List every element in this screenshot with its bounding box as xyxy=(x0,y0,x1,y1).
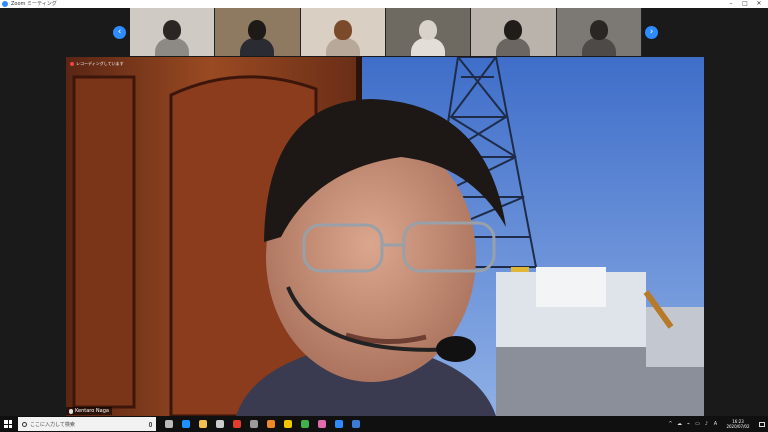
app-yellow-glyph xyxy=(283,420,292,428)
battery-icon[interactable]: ▭ xyxy=(693,416,702,432)
speaker-name: Kentaro Naga xyxy=(75,408,109,414)
search-placeholder: ここに入力して検索 xyxy=(30,421,75,428)
minimize-button[interactable]: – xyxy=(724,0,738,8)
app-pink-glyph xyxy=(317,420,326,428)
participant-body xyxy=(496,38,531,56)
app-blue-icon[interactable] xyxy=(347,416,364,432)
door-panel-left xyxy=(72,75,136,409)
window-controls: – □ ✕ xyxy=(724,0,766,8)
store-glyph xyxy=(215,420,224,428)
voice-search-icon[interactable] xyxy=(149,421,152,427)
app-red-glyph xyxy=(232,420,241,428)
taskbar-clock[interactable]: 16:23 2020/07/02 xyxy=(720,419,756,429)
participant-body xyxy=(411,38,446,56)
app-orange-icon[interactable] xyxy=(262,416,279,432)
app-red-icon[interactable] xyxy=(228,416,245,432)
headset-mic xyxy=(436,336,476,362)
taskbar-search-box[interactable]: ここに入力して検索 xyxy=(18,417,156,431)
task-view-glyph xyxy=(164,420,173,428)
zoom-app-icon xyxy=(2,1,8,7)
notification-icon xyxy=(759,421,765,427)
speaker-video-frame xyxy=(66,57,704,416)
app-gray-glyph xyxy=(249,420,258,428)
participant-head xyxy=(333,20,352,40)
edge-glyph xyxy=(181,420,190,428)
participant-thumbnail[interactable] xyxy=(215,8,301,56)
recording-dot-icon xyxy=(70,62,74,66)
zoom-glyph xyxy=(334,420,343,428)
store-icon[interactable] xyxy=(211,416,228,432)
participant-thumbnail[interactable] xyxy=(385,8,472,56)
app-blue-glyph xyxy=(351,420,360,428)
recording-label: レコーディングしています xyxy=(76,61,124,66)
gallery-prev-button[interactable]: ‹ xyxy=(113,26,126,39)
clock-date: 2020/07/02 xyxy=(726,424,750,429)
meeting-stage: ‹ › レコーディングしています Kentaro Naga xyxy=(0,8,768,416)
participant-thumbnail[interactable] xyxy=(556,8,642,56)
app-yellow-icon[interactable] xyxy=(279,416,296,432)
taskbar-pinned-apps xyxy=(160,416,364,432)
windows-logo-icon xyxy=(4,420,12,428)
window-titlebar: Zoom ミーティング – □ ✕ xyxy=(0,0,768,8)
participant-body xyxy=(581,38,616,56)
app-pink-icon[interactable] xyxy=(313,416,330,432)
mic-icon xyxy=(69,408,73,414)
chrome-glyph xyxy=(300,420,309,428)
search-icon xyxy=(22,421,27,427)
app-gray-icon[interactable] xyxy=(245,416,262,432)
gallery-next-button[interactable]: › xyxy=(645,26,658,39)
action-center-button[interactable] xyxy=(756,416,768,432)
maximize-button[interactable]: □ xyxy=(738,0,752,8)
active-speaker-video[interactable] xyxy=(66,57,704,416)
task-view-icon[interactable] xyxy=(160,416,177,432)
file-explorer-glyph xyxy=(198,420,207,428)
participant-thumbnail[interactable] xyxy=(300,8,386,56)
window-title: Zoom ミーティング xyxy=(11,1,57,7)
speaker-name-tag: Kentaro Naga xyxy=(66,407,112,415)
participant-gallery-strip xyxy=(130,8,642,56)
participant-thumbnail[interactable] xyxy=(471,8,557,56)
close-button[interactable]: ✕ xyxy=(752,0,766,8)
zoom-icon[interactable] xyxy=(330,416,347,432)
file-explorer-icon[interactable] xyxy=(194,416,211,432)
onedrive-icon[interactable]: ☁ xyxy=(675,416,684,432)
edge-icon[interactable] xyxy=(177,416,194,432)
system-tray: ^ ☁ ⌁ ▭ ♪ A 16:23 2020/07/02 xyxy=(666,416,768,432)
windows-taskbar: ここに入力して検索 ^ ☁ ⌁ ▭ ♪ A 16:23 2020/07/02 xyxy=(0,416,768,432)
input-method-icon[interactable]: A xyxy=(711,416,720,432)
volume-icon[interactable]: ♪ xyxy=(702,416,711,432)
network-icon[interactable]: ⌁ xyxy=(684,416,693,432)
participant-body xyxy=(155,38,190,56)
chrome-icon[interactable] xyxy=(296,416,313,432)
show-hidden-icons-icon[interactable]: ^ xyxy=(666,416,675,432)
participant-head xyxy=(163,20,182,40)
app-orange-glyph xyxy=(266,420,275,428)
participant-thumbnail[interactable] xyxy=(130,8,216,56)
participant-body xyxy=(325,38,360,56)
participant-body xyxy=(240,38,275,56)
participant-head xyxy=(589,20,608,40)
participant-head xyxy=(504,20,523,40)
participant-head xyxy=(419,20,438,40)
participant-head xyxy=(248,20,267,40)
start-button[interactable] xyxy=(0,416,16,432)
recording-indicator: レコーディングしています xyxy=(70,61,124,67)
